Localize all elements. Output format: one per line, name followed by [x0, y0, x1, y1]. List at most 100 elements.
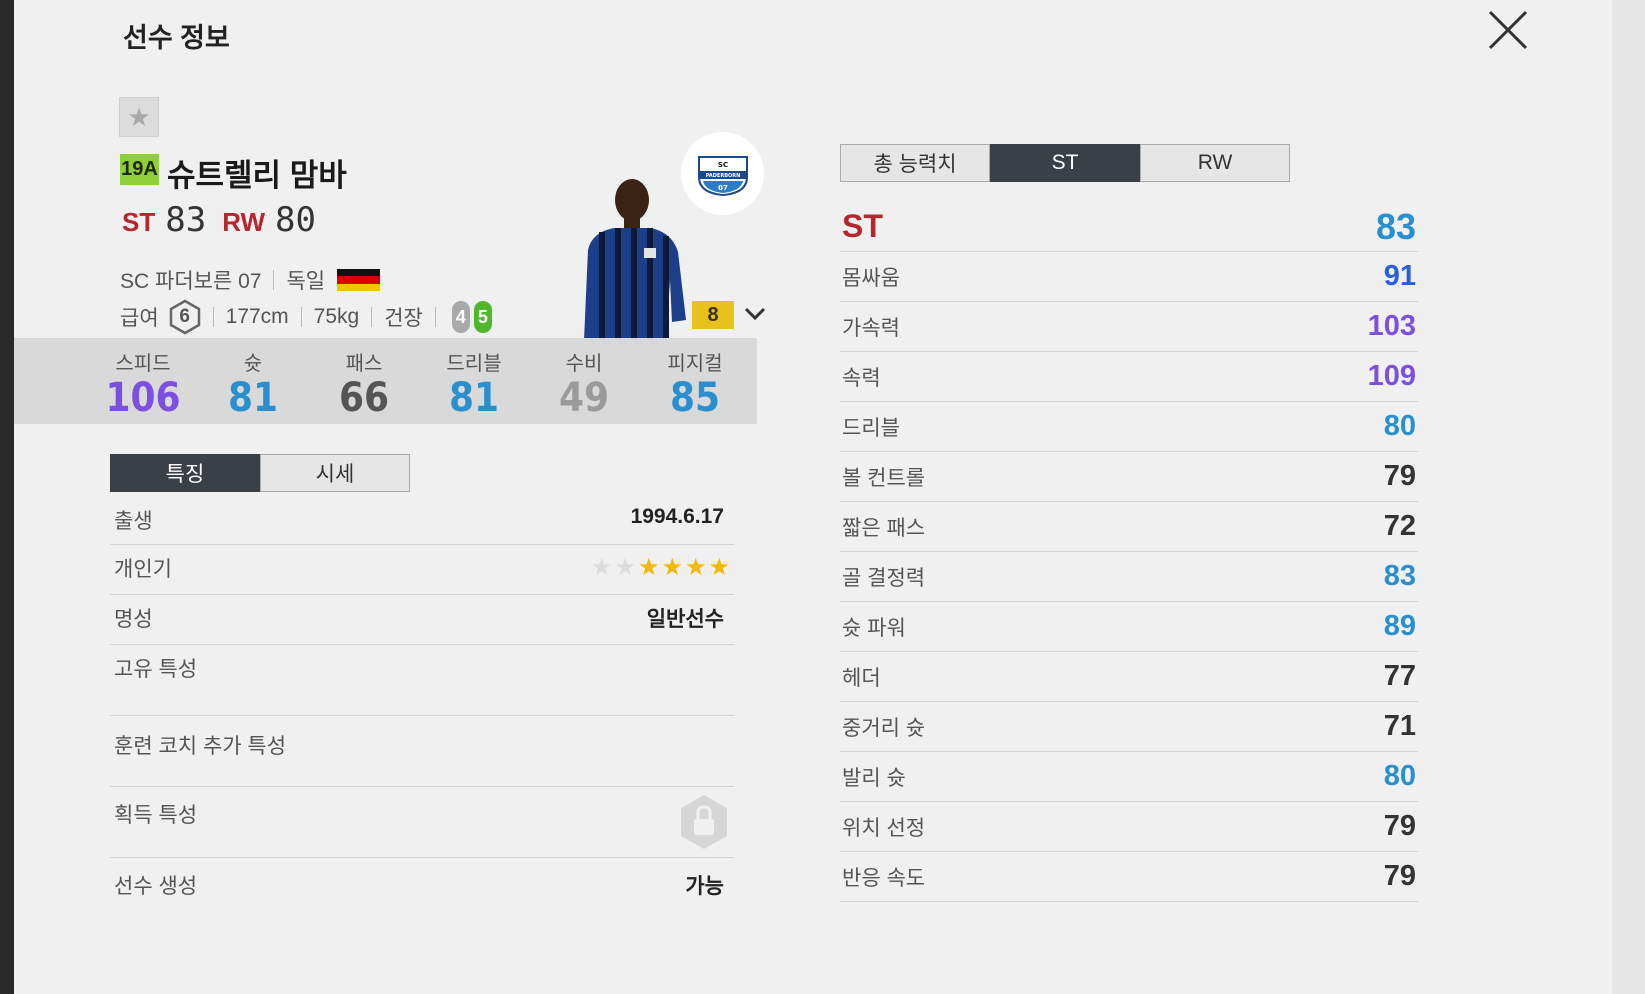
table-row: 헤더 77 [840, 652, 1418, 702]
attribute-value: 103 [1367, 310, 1416, 342]
club-name: SC 파더보른 07 [120, 270, 262, 293]
table-row: 획득 특성 [110, 787, 734, 858]
fame-value: 일반선수 [646, 608, 724, 631]
tab-position-1[interactable]: ST [990, 144, 1140, 182]
divider [300, 307, 302, 327]
weak-foot-badge: 4 [451, 301, 470, 333]
summary-stat: 패스 66 [309, 347, 419, 420]
attribute-label: 반응 속도 [842, 866, 926, 890]
favorite-button[interactable]: ★ [119, 97, 159, 137]
attribute-label: 가속력 [842, 316, 900, 340]
attribute-label: 짧은 패스 [842, 516, 926, 540]
attribute-value: 109 [1367, 360, 1416, 392]
attribute-rows: 몸싸움 91 가속력 103 속력 109 드리블 80 볼 컨트롤 79 짧은 패스 72 골 결정력… [840, 252, 1418, 902]
table-row: 몸싸움 91 [840, 252, 1418, 302]
club-logo-text: PADERBORN [705, 173, 740, 179]
close-icon [1488, 10, 1528, 50]
create-label: 선수 생성 [114, 875, 198, 898]
position-ratings: ST 83 RW 80 [122, 200, 316, 240]
table-row: 반응 속도 79 [840, 852, 1418, 902]
table-row: 볼 컨트롤 79 [840, 452, 1418, 502]
background-right [1612, 0, 1645, 994]
club-logo-text: SC [717, 161, 727, 169]
table-row: 드리블 80 [840, 402, 1418, 452]
divider [273, 270, 275, 290]
height-value: 177cm [225, 305, 289, 328]
tab-traits[interactable]: 특징 [110, 454, 260, 492]
table-row: 속력 109 [840, 352, 1418, 402]
star-icon: ★ [590, 554, 613, 581]
unique-trait-label: 고유 특성 [114, 658, 198, 681]
club-logo: SC PADERBORN 07 [681, 132, 764, 215]
position-label: ST [122, 207, 156, 237]
summary-stat-label: 피지컬 [667, 353, 723, 375]
star-icon: ★ [661, 554, 683, 581]
summary-stats-bar: 스피드 106 슛 81 패스 66 드리블 81 수비 49 피지컬 85 [14, 338, 757, 424]
detail-tabs: 특징 시세 [110, 454, 410, 492]
coach-trait-label: 훈련 코치 추가 특성 [114, 735, 287, 758]
table-row: 위치 선정 79 [840, 802, 1418, 852]
star-icon: ★ [637, 554, 660, 581]
tab-position-2[interactable]: RW [1140, 144, 1290, 182]
modal-title: 선수 정보 [123, 23, 230, 53]
summary-stat-value: 85 [669, 375, 721, 421]
attribute-value: 79 [1383, 860, 1416, 892]
attribute-value: 89 [1383, 610, 1416, 642]
strong-foot-badge: 5 [473, 301, 492, 333]
tab-position-0[interactable]: 총 능력치 [840, 144, 990, 182]
acquired-trait-label: 획득 특성 [114, 804, 198, 827]
close-button[interactable] [1484, 6, 1532, 54]
table-row: 발리 슛 80 [840, 752, 1418, 802]
birth-value: 1994.6.17 [630, 505, 724, 528]
nation-name: 독일 [286, 270, 326, 293]
club-line: SC 파더보른 07 독일 [120, 265, 381, 295]
summary-stat: 드리블 81 [419, 347, 529, 420]
attribute-header-row: ST 83 [840, 202, 1418, 252]
weight-value: 75kg [313, 305, 360, 328]
table-row: 짧은 패스 72 [840, 502, 1418, 552]
salary-value: 6 [179, 306, 190, 327]
attribute-label: 헤더 [842, 666, 881, 690]
attribute-value: 79 [1383, 810, 1416, 842]
table-row: 중거리 슛 71 [840, 702, 1418, 752]
summary-stat-value: 49 [558, 375, 610, 421]
attribute-value: 77 [1383, 660, 1416, 692]
attribute-value: 80 [1383, 760, 1416, 792]
summary-stat-label: 패스 [345, 353, 383, 375]
table-row: 슛 파워 89 [840, 602, 1418, 652]
attribute-value: 79 [1383, 460, 1416, 492]
player-info-modal: 선수 정보 ★ 19A 슈트렐리 맘바 ST 83 RW 80 SC 파더보른 … [14, 0, 1612, 994]
table-row: 고유 특성 [110, 645, 734, 716]
skill-label: 개인기 [114, 558, 172, 581]
summary-stat: 슛 81 [198, 347, 308, 420]
fame-label: 명성 [114, 608, 153, 631]
position-title: ST [842, 208, 883, 244]
divider [212, 307, 214, 327]
info-line: 급여 6 177cm 75kg 건장 4 5 [120, 299, 492, 335]
level-dropdown[interactable] [742, 300, 768, 326]
summary-stat-value: 81 [227, 375, 279, 421]
attribute-label: 발리 슛 [842, 766, 906, 790]
attribute-value: 72 [1383, 510, 1416, 542]
salary-badge: 6 [169, 299, 201, 335]
attribute-value: 91 [1383, 260, 1416, 292]
enhance-level-badge: 8 [692, 301, 734, 329]
create-value: 가능 [685, 875, 724, 898]
summary-stat-label: 수비 [565, 353, 603, 375]
star-icon: ★ [127, 101, 151, 132]
germany-flag-icon [337, 269, 381, 291]
attribute-label: 중거리 슛 [842, 716, 926, 740]
tab-price[interactable]: 시세 [260, 454, 410, 492]
attribute-label: 볼 컨트롤 [842, 466, 926, 490]
summary-stat-label: 슛 [243, 353, 263, 375]
summary-stat-value: 81 [448, 375, 500, 421]
chevron-down-icon [744, 307, 766, 321]
table-row: 선수 생성 가능 [110, 858, 734, 906]
star-icon: ★ [614, 554, 636, 581]
attribute-label: 슛 파워 [842, 616, 906, 640]
summary-stat-value: 66 [338, 375, 390, 421]
summary-stat: 피지컬 85 [640, 347, 750, 420]
position-value: 80 [275, 200, 316, 240]
season-badge: 19A [120, 154, 159, 185]
position-tabs: 총 능력치 ST RW [840, 144, 1290, 182]
